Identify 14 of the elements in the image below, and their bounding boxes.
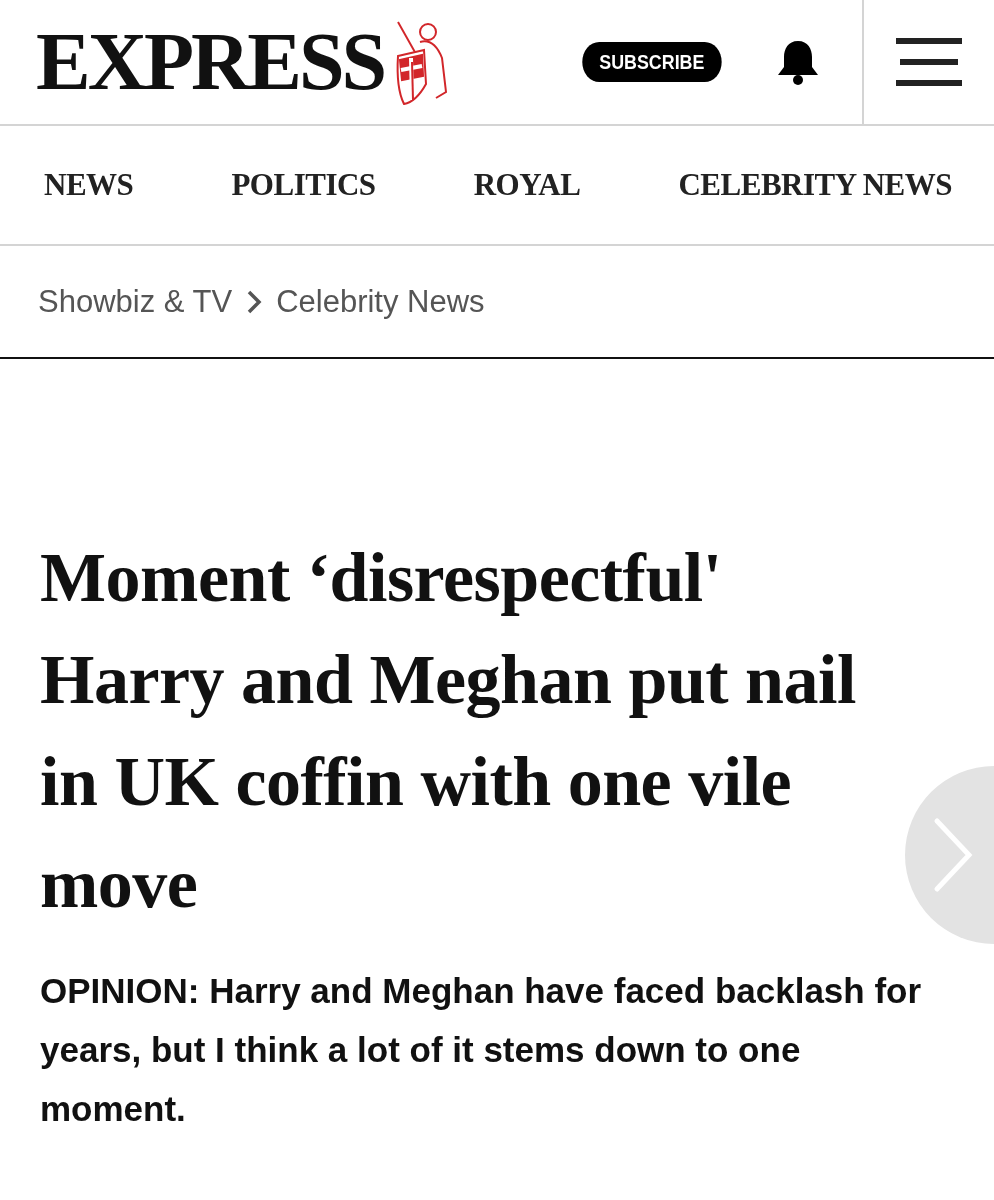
breadcrumb-link[interactable]: Celebrity News [276, 283, 485, 320]
menu-icon[interactable] [896, 38, 962, 86]
nav-link[interactable]: ROYAL [473, 167, 581, 203]
subscribe-button[interactable]: SUBSCRIBE [582, 42, 722, 82]
bell-icon[interactable] [776, 39, 820, 85]
article-headline: Moment ‘disrespectful' Harry and Meghan put nail in UK coffin with one vile move [40, 538, 857, 924]
nav-link[interactable]: NEWS [44, 167, 134, 203]
breadcrumb-link[interactable]: Showbiz & TV [38, 283, 233, 320]
nav-link[interactable]: CELEBRITY NEWS [678, 167, 952, 203]
chevron-right-icon [933, 817, 973, 893]
article-standfirst: OPINION: Harry and Meghan have faced backlash for years, but I think a lot of it stems down to one moment. [40, 970, 923, 1130]
site-logo[interactable]: EXPRESS [36, 21, 385, 103]
nav-link[interactable]: POLITICS [231, 167, 376, 203]
chevron-right-icon [246, 288, 263, 315]
